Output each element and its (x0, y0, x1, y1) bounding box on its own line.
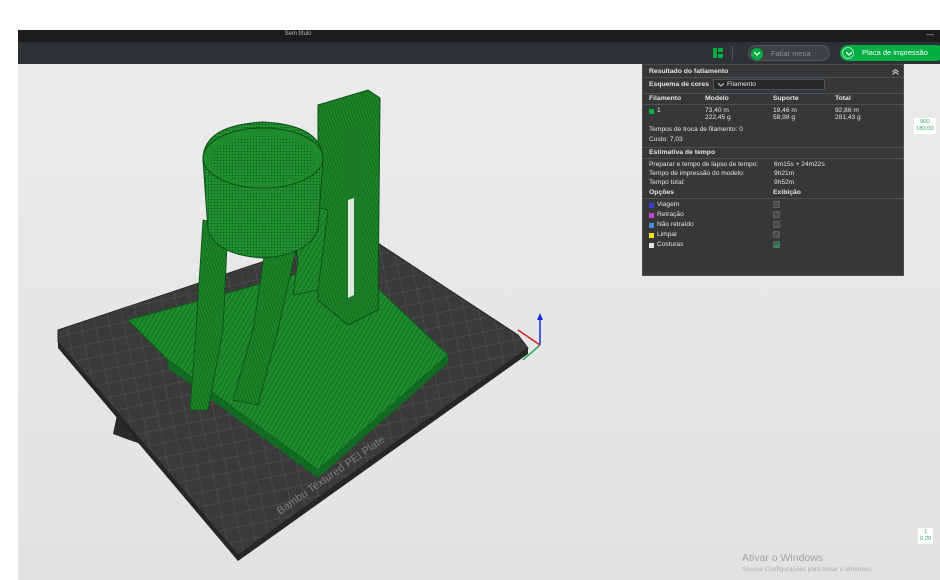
slice-plate-label: Fatiar mesa (771, 49, 811, 58)
retraction-swatch (649, 213, 654, 218)
top-toolbar: Fatiar mesa Placa de impressão (18, 42, 940, 64)
chevron-down-icon[interactable] (842, 47, 854, 59)
travel-swatch (649, 203, 654, 208)
print-plate-label: Placa de impressão (862, 48, 928, 57)
title-bar: Sem título — (18, 30, 940, 42)
cost: Custo: 7,03 (649, 136, 683, 143)
filament-id: 1 (657, 107, 661, 114)
chevron-down-icon (718, 83, 724, 87)
slicing-result-panel: Resultado do fatiamento Esquema de cores… (642, 64, 904, 276)
options-label: Opções (649, 189, 674, 196)
filament-changes: Tempos de troca de filamento: 0 (649, 126, 743, 133)
layer-slider-bottom[interactable]: 1 0,20 (918, 528, 934, 544)
divider (643, 147, 903, 148)
travel-checkbox[interactable] (773, 201, 780, 208)
time-estimate-title: Estimativa de tempo (649, 149, 716, 156)
activation-watermark-subtitle: Acesse Configurações para ativar o Windo… (742, 566, 873, 573)
unretract-checkbox[interactable] (773, 221, 780, 228)
print-time-value: 9h21m (774, 170, 795, 177)
prepare-value: 6m15s + 24m22s (774, 161, 825, 168)
minimize-button[interactable]: — (926, 30, 934, 40)
collapse-icon[interactable] (892, 69, 899, 75)
print-time-label: Tempo de impressão do modelo: (649, 170, 745, 177)
total-time-value: 9h52m (774, 179, 795, 186)
col-header-total: Total (835, 95, 851, 102)
seams-checkbox[interactable] (773, 241, 781, 249)
retraction-checkbox[interactable] (773, 211, 780, 218)
support-weight: 58,98 g (773, 114, 795, 121)
activation-watermark-title: Ativar o Windows (742, 552, 824, 564)
option-seams: Costuras (657, 241, 684, 248)
total-length: 92,86 m (835, 107, 859, 114)
panel-title: Resultado do fatiamento (649, 68, 729, 75)
option-wipe: Limpar (657, 231, 678, 238)
total-time-label: Tempo total: (649, 179, 685, 186)
col-header-filament: Filamento (649, 95, 682, 102)
divider (643, 77, 903, 78)
filament-swatch (649, 109, 654, 114)
layout-grid-icon[interactable] (712, 47, 724, 59)
layer-top-height: 180,00 (916, 126, 934, 132)
slice-plate-button[interactable]: Fatiar mesa (748, 45, 830, 61)
model-cup-inner (211, 136, 315, 184)
toolbar-divider (732, 46, 733, 60)
option-unretract: Não retraído (657, 221, 694, 228)
color-scheme-label: Esquema de cores (649, 81, 710, 88)
layer-bottom-height: 0,20 (920, 536, 932, 542)
wipe-checkbox[interactable] (773, 231, 780, 238)
col-header-model: Modelo (705, 95, 729, 102)
display-label: Exibição (773, 189, 801, 196)
tower-slot (348, 198, 354, 298)
seams-swatch (649, 243, 654, 248)
option-travel: Viagem (657, 201, 680, 208)
window-title: Sem título (284, 31, 312, 37)
model-weight: 222,45 g (705, 114, 731, 121)
color-scheme-select[interactable]: Filamento (713, 79, 825, 90)
wipe-swatch (649, 233, 654, 238)
print-plate-button[interactable]: Placa de impressão (840, 45, 940, 61)
total-weight: 281,43 g (835, 114, 861, 121)
unretract-swatch (649, 223, 654, 228)
check-icon (774, 243, 781, 249)
chevron-down-icon[interactable] (751, 48, 763, 60)
divider (643, 198, 903, 199)
layer-bottom-index: 1 (924, 529, 928, 535)
divider (643, 158, 903, 159)
color-scheme-value: Filamento (727, 81, 756, 88)
prepare-label: Preparar e tempo de lapso de tempo: (649, 161, 759, 168)
option-retraction: Retração (657, 211, 684, 218)
model-length: 73,40 m (705, 107, 729, 114)
layer-slider-top[interactable]: 900 180,00 (914, 118, 936, 134)
divider (643, 104, 903, 105)
col-header-support: Suporte (773, 95, 799, 102)
divider (643, 93, 903, 94)
support-length: 19,46 m (773, 107, 797, 114)
layer-top-index: 900 (920, 119, 930, 125)
3d-viewport[interactable]: Bambu Textured PEI Plate Sem título — Fa… (18, 30, 940, 580)
